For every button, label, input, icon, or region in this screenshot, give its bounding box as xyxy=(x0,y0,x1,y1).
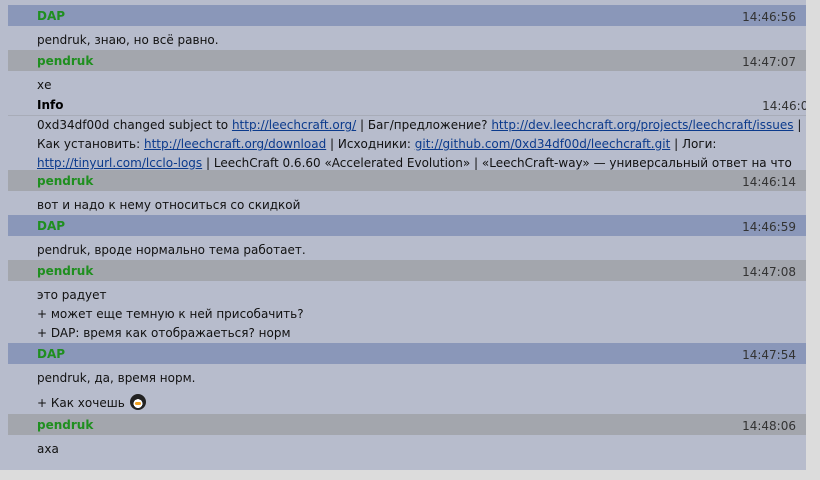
message-header: pendruk 14:47:08 xyxy=(8,260,806,281)
message-header: DAP 14:47:54 xyxy=(8,343,806,364)
nick[interactable]: pendruk xyxy=(37,418,93,432)
nick[interactable]: DAP xyxy=(37,9,65,23)
message-header: DAP 14:46:56 xyxy=(8,5,806,26)
subject-link-issues[interactable]: http://dev.leechcraft.org/projects/leech… xyxy=(491,118,793,132)
message-body: это радует + может еще темную к ней прис… xyxy=(0,281,806,343)
message-body: вот и надо к нему относиться со скидкой xyxy=(0,191,806,215)
penguin-smiley-icon xyxy=(129,394,146,410)
message: DAP 14:46:56 pendruk, знаю, но всё равно… xyxy=(0,5,806,50)
subject-link-logs[interactable]: http://tinyurl.com/lcclo-logs xyxy=(37,156,202,170)
timestamp: 14:46:56 xyxy=(742,10,796,24)
timestamp: 14:46:07 xyxy=(762,99,806,113)
subject-text-part: | Исходники: xyxy=(326,137,415,151)
message-line: аха xyxy=(37,442,59,456)
message-header: pendruk 14:48:06 xyxy=(8,414,806,435)
message-line: вот и надо к нему относиться со скидкой xyxy=(37,198,301,212)
message-line-text: + Как хочешь xyxy=(37,396,125,410)
message-header: Info 14:46:07 xyxy=(8,94,806,116)
window-edge xyxy=(0,470,820,480)
message-line: pendruk, знаю, но всё равно. xyxy=(37,33,219,47)
nick[interactable]: pendruk xyxy=(37,54,93,68)
message: pendruk 14:48:06 аха xyxy=(0,414,806,459)
subject-text-part: | Логи: xyxy=(670,137,717,151)
message-body: хе xyxy=(0,71,806,95)
nick: Info xyxy=(37,98,64,112)
timestamp: 14:47:54 xyxy=(742,348,796,362)
message: pendruk 14:47:07 хе xyxy=(0,50,806,95)
subject-text-part: | Баг/предложение? xyxy=(356,118,492,132)
subject-link-git[interactable]: git://github.com/0xd34df00d/leechcraft.g… xyxy=(415,137,671,151)
message: pendruk 14:46:14 вот и надо к нему относ… xyxy=(0,170,806,215)
message: DAP 14:46:59 pendruk, вроде нормально те… xyxy=(0,215,806,260)
subject-link-site[interactable]: http://leechcraft.org/ xyxy=(232,118,356,132)
nick[interactable]: pendruk xyxy=(37,174,93,188)
timestamp: 14:46:14 xyxy=(742,175,796,189)
subject-link-download[interactable]: http://leechcraft.org/download xyxy=(144,137,326,151)
message-line: pendruk, вроде нормально тема работает. xyxy=(37,243,306,257)
timestamp: 14:48:06 xyxy=(742,419,796,433)
nick[interactable]: DAP xyxy=(37,347,65,361)
message-body: pendruk, да, время норм. + Как хочешь xyxy=(0,364,806,413)
timestamp: 14:47:08 xyxy=(742,265,796,279)
message: pendruk 14:47:08 это радует + может еще … xyxy=(0,260,806,343)
message-header: pendruk 14:47:07 xyxy=(8,50,806,71)
message-body: аха xyxy=(0,435,806,459)
scrollbar-track[interactable] xyxy=(806,0,820,480)
message-line: хе xyxy=(37,78,52,92)
subject-text-part: 0xd34df00d changed subject to xyxy=(37,118,232,132)
message-line: + Как хочешь xyxy=(37,394,798,413)
nick[interactable]: pendruk xyxy=(37,264,93,278)
message-header: DAP 14:46:59 xyxy=(8,215,806,236)
message-line: + может еще темную к ней присобачить? xyxy=(37,307,304,321)
message-line: + DAP: время как отображаеться? норм xyxy=(37,326,291,340)
message-body: pendruk, знаю, но всё равно. xyxy=(0,26,806,50)
message-line: pendruk, да, время норм. xyxy=(37,371,196,385)
message-line: это радует xyxy=(37,288,107,302)
message: DAP 14:47:54 pendruk, да, время норм. + … xyxy=(0,343,806,413)
timestamp: 14:47:07 xyxy=(742,55,796,69)
chat-log[interactable]: DAP 14:46:56 pendruk, знаю, но всё равно… xyxy=(0,0,806,470)
nick[interactable]: DAP xyxy=(37,219,65,233)
message-header: pendruk 14:46:14 xyxy=(8,170,806,191)
timestamp: 14:46:59 xyxy=(742,220,796,234)
message-body: pendruk, вроде нормально тема работает. xyxy=(0,236,806,260)
